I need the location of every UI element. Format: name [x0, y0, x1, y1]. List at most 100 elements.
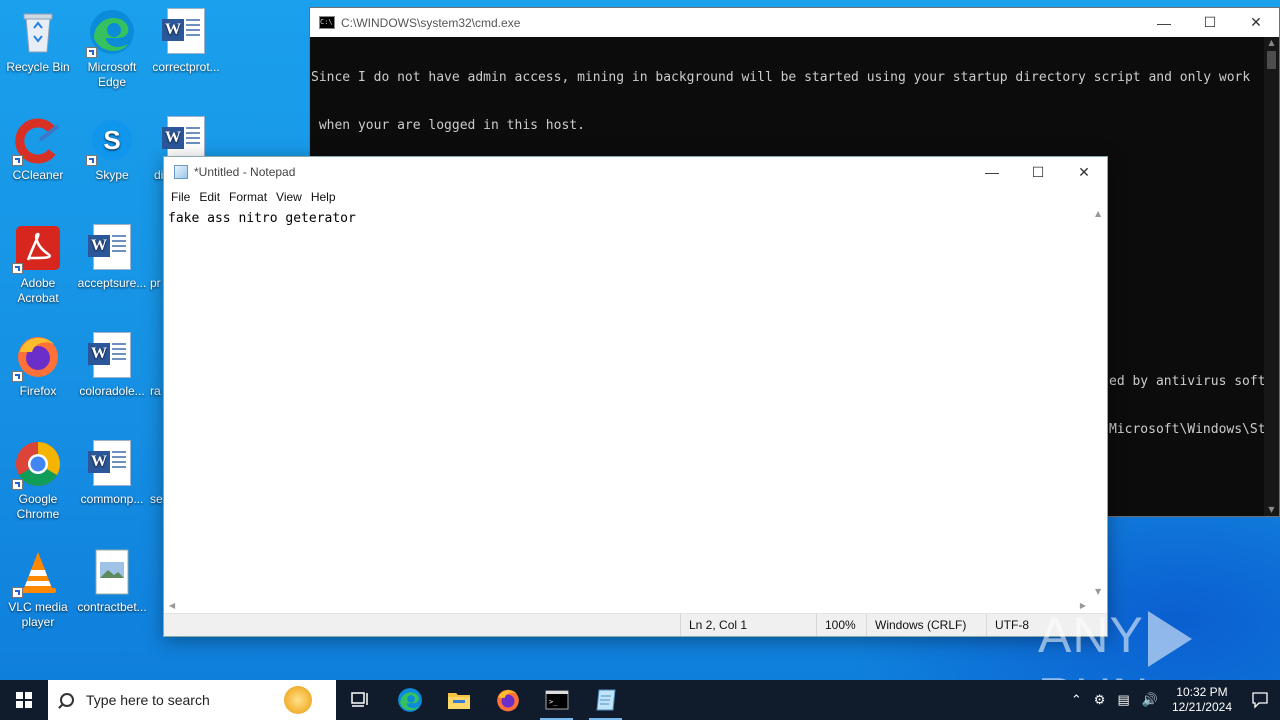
- system-tray: ⌃ ⚙ ▤ 🔊 10:32 PM 12/21/2024: [1065, 680, 1280, 720]
- desktop-icon-commonp[interactable]: W commonp...: [74, 434, 150, 507]
- word-doc-icon: W: [162, 8, 210, 56]
- taskbar-notepad[interactable]: [581, 680, 630, 720]
- word-doc-icon: W: [88, 332, 136, 380]
- word-doc-icon: W: [88, 440, 136, 488]
- play-icon: [1147, 610, 1192, 667]
- close-button[interactable]: ✕: [1233, 8, 1279, 37]
- acrobat-icon: [12, 224, 62, 274]
- desktop-icon-label: acceptsure...: [77, 276, 147, 290]
- desktop-icon-skype[interactable]: S Skype: [74, 110, 150, 183]
- taskbar-cmd[interactable]: >_: [532, 680, 581, 720]
- vlc-icon: [12, 548, 62, 598]
- desktop-icon-google-chrome[interactable]: Google Chrome: [0, 434, 76, 522]
- folder-icon: [447, 693, 470, 709]
- chrome-icon: [12, 440, 62, 490]
- volume-icon[interactable]: 🔊: [1136, 692, 1164, 708]
- scroll-left-icon[interactable]: ◀: [169, 601, 175, 610]
- desktop: Recycle Bin CCleaner Adobe Acrobat Firef…: [0, 0, 1280, 680]
- menu-file[interactable]: File: [167, 190, 195, 204]
- image-file-icon: [88, 548, 136, 596]
- svg-text:S: S: [103, 125, 120, 155]
- scroll-down-icon[interactable]: ▼: [1095, 587, 1101, 596]
- scroll-thumb[interactable]: [1267, 51, 1276, 69]
- cmd-title: C:\WINDOWS\system32\cmd.exe: [341, 15, 521, 30]
- notepad-text-area[interactable]: fake ass nitro geterator: [164, 207, 1091, 598]
- start-button[interactable]: [0, 680, 48, 720]
- shortcut-arrow-icon: [12, 479, 23, 490]
- status-line-ending: Windows (CRLF): [866, 614, 986, 636]
- menu-format[interactable]: Format: [225, 190, 272, 204]
- console-line: Since I do not have admin access, mining…: [311, 70, 1251, 85]
- status-zoom: 100%: [816, 614, 866, 636]
- scroll-up-icon[interactable]: ▲: [1264, 37, 1279, 49]
- firefox-icon: [496, 689, 519, 712]
- menu-help[interactable]: Help: [307, 190, 341, 204]
- taskbar-search-box[interactable]: Type here to search: [48, 680, 336, 720]
- desktop-icon-firefox[interactable]: Firefox: [0, 326, 76, 399]
- taskbar-edge[interactable]: [385, 680, 434, 720]
- desktop-icon-label: commonp...: [80, 492, 144, 506]
- maximize-button[interactable]: ☐: [1187, 8, 1233, 37]
- notepad-vertical-scrollbar[interactable]: ▲ ▼: [1090, 207, 1107, 598]
- taskbar: Type here to search >_ ⌃ ⚙ ▤ 🔊 10:32 PM …: [0, 680, 1280, 720]
- task-view-button[interactable]: [336, 680, 385, 720]
- notepad-icon: [595, 689, 616, 711]
- desktop-icon-label: Adobe Acrobat: [17, 276, 59, 305]
- cmd-scrollbar[interactable]: ▲ ▼: [1264, 37, 1279, 516]
- scroll-up-icon[interactable]: ▲: [1095, 209, 1101, 218]
- notification-center-button[interactable]: [1240, 680, 1280, 720]
- desktop-icon-label: contractbet...: [77, 600, 147, 614]
- desktop-icon-correctprot[interactable]: W correctprot...: [148, 2, 224, 75]
- security-icon[interactable]: ⚙: [1088, 692, 1112, 708]
- menu-edit[interactable]: Edit: [195, 190, 225, 204]
- minimize-button[interactable]: —: [969, 157, 1015, 187]
- watermark-text: RUN: [1038, 668, 1149, 680]
- desktop-icon-label: CCleaner: [12, 168, 64, 182]
- minimize-button[interactable]: —: [1141, 8, 1187, 37]
- clock-date: 12/21/2024: [1171, 700, 1232, 714]
- notepad-title: *Untitled - Notepad: [194, 165, 296, 179]
- taskbar-file-explorer[interactable]: [434, 680, 483, 720]
- task-view-icon: [350, 692, 368, 707]
- notepad-statusbar: Ln 2, Col 1 100% Windows (CRLF) UTF-8: [164, 613, 1107, 636]
- show-hidden-icons-chevron-up-icon[interactable]: ⌃: [1065, 692, 1088, 708]
- shortcut-arrow-icon: [12, 371, 23, 382]
- desktop-icon-contractbet[interactable]: contractbet...: [74, 542, 150, 615]
- desktop-icon-vlc[interactable]: VLC media player: [0, 542, 76, 630]
- word-doc-icon: W: [88, 224, 136, 272]
- desktop-icon-label: correctprot...: [152, 60, 220, 74]
- notepad-menubar: File Edit Format View Help: [164, 187, 1107, 207]
- desktop-icon-adobe-acrobat[interactable]: Adobe Acrobat: [0, 218, 76, 306]
- desktop-icon-label: Google Chrome: [16, 492, 60, 521]
- notepad-app-icon: [174, 165, 188, 179]
- network-icon[interactable]: ▤: [1111, 692, 1135, 708]
- skype-icon: S: [86, 116, 136, 166]
- svg-text:>_: >_: [549, 698, 558, 706]
- notepad-window[interactable]: *Untitled - Notepad — ☐ ✕ File Edit Form…: [163, 156, 1108, 637]
- notepad-titlebar[interactable]: *Untitled - Notepad — ☐ ✕: [164, 157, 1107, 187]
- anyrun-watermark: ANY RUN: [1038, 606, 1280, 680]
- scroll-down-icon[interactable]: ▼: [1264, 504, 1279, 516]
- shortcut-arrow-icon: [12, 587, 23, 598]
- watermark-text: ANY: [1038, 607, 1144, 663]
- search-icon: [60, 693, 74, 707]
- desktop-icon-label: VLC media player: [8, 600, 68, 629]
- desktop-icon-microsoft-edge[interactable]: Microsoft Edge: [74, 2, 150, 90]
- desktop-icon-recycle-bin[interactable]: Recycle Bin: [0, 2, 76, 75]
- shortcut-arrow-icon: [12, 263, 23, 274]
- desktop-icon-acceptsure[interactable]: W acceptsure...: [74, 218, 150, 291]
- desktop-icon-label: Skype: [95, 168, 129, 182]
- edge-icon: [86, 8, 136, 58]
- taskbar-firefox[interactable]: [483, 680, 532, 720]
- desktop-icon-ccleaner[interactable]: CCleaner: [0, 110, 76, 183]
- notification-icon: [1252, 692, 1268, 709]
- desktop-icon-label: Microsoft Edge: [87, 60, 137, 89]
- clock[interactable]: 10:32 PM 12/21/2024: [1164, 685, 1240, 715]
- menu-view[interactable]: View: [272, 190, 307, 204]
- cmd-titlebar[interactable]: C:\ C:\WINDOWS\system32\cmd.exe — ☐ ✕: [310, 8, 1279, 37]
- close-button[interactable]: ✕: [1061, 157, 1107, 187]
- maximize-button[interactable]: ☐: [1015, 157, 1061, 187]
- status-position: Ln 2, Col 1: [680, 614, 816, 636]
- desktop-icon-coloradole[interactable]: W coloradole...: [74, 326, 150, 399]
- desktop-icon-label: coloradole...: [79, 384, 145, 398]
